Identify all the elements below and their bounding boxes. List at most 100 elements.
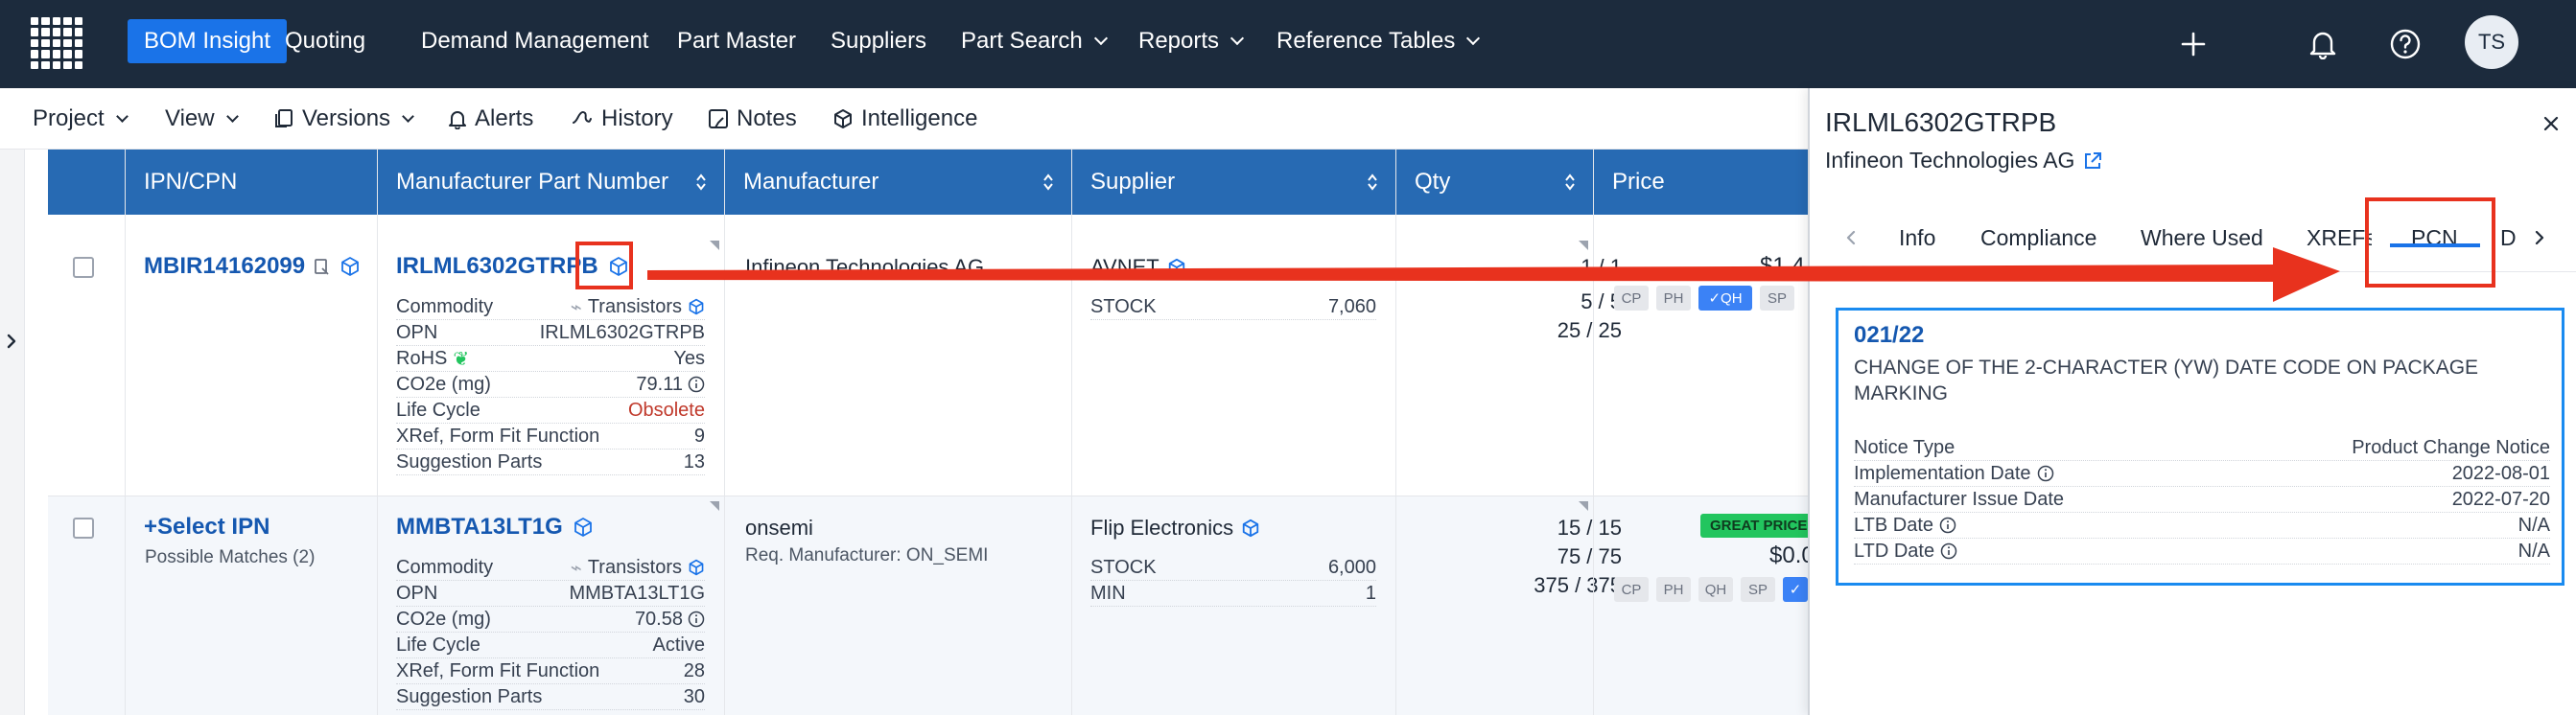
external-link-icon[interactable] <box>2082 150 2103 172</box>
pcn-manufacturer-issue-date: Manufacturer Issue Date 2022-07-20 <box>1854 487 2550 513</box>
view-dropdown[interactable]: View <box>165 88 239 150</box>
top-navigation-bar: BOM Insight Quoting Demand Management Pa… <box>0 0 2576 88</box>
alerts-button[interactable]: Alerts <box>448 88 533 150</box>
copy-doc-icon[interactable] <box>313 257 332 276</box>
chip-cp[interactable]: CP <box>1614 577 1649 602</box>
chip-qh[interactable]: QH <box>1698 577 1733 602</box>
versions-label: Versions <box>302 105 391 131</box>
nav-reports[interactable]: Reports <box>1122 19 1258 63</box>
pcn-ltb-date: LTB Date N/A <box>1854 513 2550 539</box>
tab-compliance[interactable]: Compliance <box>1980 203 2096 272</box>
annotation-highlight-pcn-tab <box>2365 197 2495 288</box>
manufacturer-name: Infineon Technologies AG <box>745 255 985 279</box>
attr-rohs: RoHS ❦ Yes <box>396 346 705 372</box>
notes-button[interactable]: Notes <box>708 88 797 150</box>
tab-info[interactable]: Info <box>1899 203 1935 272</box>
nav-quoting[interactable]: Quoting <box>269 19 382 63</box>
possible-matches[interactable]: Possible Matches (2) <box>145 547 315 568</box>
pcn-id-link[interactable]: 021/22 <box>1854 322 1924 349</box>
cube-icon[interactable] <box>1241 519 1260 538</box>
chevron-down-icon <box>225 109 239 123</box>
column-header-manufacturer[interactable]: Manufacturer <box>724 150 1071 215</box>
nav-part-search[interactable]: Part Search <box>945 19 1122 63</box>
avatar[interactable]: TS <box>2465 15 2518 69</box>
cube-icon[interactable] <box>688 559 705 576</box>
info-icon[interactable] <box>688 611 705 628</box>
column-header-ipn[interactable]: IPN/CPN <box>125 150 377 215</box>
ipn-link[interactable]: MBIR14162099 <box>144 253 361 280</box>
plus-icon[interactable] <box>2174 25 2213 63</box>
nav-suppliers[interactable]: Suppliers <box>814 19 943 63</box>
column-grid-line <box>1395 150 1396 715</box>
bell-icon[interactable] <box>2304 25 2342 63</box>
tab-d[interactable]: D <box>2500 203 2517 272</box>
column-header-supplier[interactable]: Supplier <box>1071 150 1395 215</box>
panel-manufacturer-link[interactable]: Infineon Technologies AG <box>1825 148 2103 173</box>
sort-icon[interactable] <box>1042 173 1054 192</box>
cube-icon[interactable] <box>340 256 361 277</box>
pcn-notice-type: Notice Type Product Change Notice <box>1854 435 2550 461</box>
help-icon[interactable] <box>2386 25 2424 63</box>
cube-icon[interactable] <box>1167 258 1186 277</box>
mpn-value: MMBTA13LT1G <box>396 514 563 540</box>
chip-more[interactable]: ✓ <box>1783 577 1808 602</box>
attr-opn: OPN IRLML6302GTRPB <box>396 320 705 346</box>
chip-ph[interactable]: PH <box>1656 286 1691 311</box>
intelligence-button[interactable]: Intelligence <box>832 88 977 150</box>
nav-part-master[interactable]: Part Master <box>661 19 812 63</box>
row-checkbox[interactable] <box>73 257 94 278</box>
nav-demand-management[interactable]: Demand Management <box>405 19 665 63</box>
info-icon[interactable] <box>2037 465 2054 482</box>
supplier-name[interactable]: AVNET <box>1090 255 1186 280</box>
column-header-label: IPN/CPN <box>144 169 238 195</box>
info-icon[interactable] <box>688 376 705 393</box>
tab-where-used[interactable]: Where Used <box>2141 203 2263 272</box>
column-grid-line <box>724 150 725 715</box>
app-grid-icon[interactable] <box>31 17 82 69</box>
nav-bom-insight[interactable]: BOM Insight <box>128 19 288 63</box>
close-icon[interactable] <box>2539 111 2564 136</box>
attr-xref: XRef, Form Fit Function 9 <box>396 424 705 450</box>
nav-reference-tables[interactable]: Reference Tables <box>1260 19 1494 63</box>
sort-icon[interactable] <box>1367 173 1378 192</box>
tab-label: Compliance <box>1980 224 2097 250</box>
check-icon: ✓ <box>1789 582 1802 598</box>
sort-icon[interactable] <box>1564 173 1576 192</box>
cube-icon[interactable] <box>688 298 705 315</box>
project-label: Project <box>33 105 105 131</box>
column-header-mpn[interactable]: Manufacturer Part Number <box>377 150 724 215</box>
row-checkbox[interactable] <box>73 518 94 539</box>
versions-icon <box>275 109 293 127</box>
expand-chevron-icon[interactable] <box>0 327 23 356</box>
mpn-link[interactable]: MMBTA13LT1G <box>396 514 594 541</box>
versions-dropdown[interactable]: Versions <box>273 88 414 150</box>
tabs-scroll-left-icon[interactable] <box>1830 211 1872 265</box>
chip-sp[interactable]: SP <box>1760 286 1794 311</box>
history-button[interactable]: History <box>571 88 673 150</box>
cell-corner-marker <box>1579 501 1588 511</box>
tab-label: XREFs <box>2307 224 2372 250</box>
attr-xref: XRef, Form Fit Function 28 <box>396 658 705 684</box>
sort-icon[interactable] <box>695 173 707 192</box>
tab-label: D <box>2500 224 2517 250</box>
tab-xrefs[interactable]: XREFs <box>2307 203 2372 272</box>
column-header-price[interactable]: Price <box>1593 150 1808 215</box>
chip-qh[interactable]: ✓QH <box>1698 286 1752 311</box>
project-dropdown[interactable]: Project <box>33 88 129 150</box>
attr-commodity: Commodity ⌁ Transistors <box>396 294 705 320</box>
table-row[interactable]: +Select IPN Possible Matches (2) MMBTA13… <box>48 496 1817 715</box>
chip-sp[interactable]: SP <box>1741 577 1775 602</box>
column-header-qty[interactable]: Qty <box>1395 150 1593 215</box>
info-icon[interactable] <box>1939 517 1956 534</box>
nav-label: Quoting <box>285 28 366 54</box>
chip-cp[interactable]: CP <box>1614 286 1649 311</box>
tabs-scroll-right-icon[interactable] <box>2518 211 2561 265</box>
column-header-label: Manufacturer <box>743 169 879 195</box>
chip-ph[interactable]: PH <box>1656 577 1691 602</box>
table-row[interactable]: MBIR14162099 IRLML6302GTRPB Commodity ⌁ Tr… <box>48 236 1808 496</box>
column-grid-line <box>1071 150 1072 715</box>
select-ipn-link[interactable]: +Select IPN <box>144 514 269 541</box>
info-icon[interactable] <box>1940 542 1957 560</box>
supplier-name[interactable]: Flip Electronics <box>1090 516 1260 541</box>
cube-icon[interactable] <box>573 517 594 538</box>
